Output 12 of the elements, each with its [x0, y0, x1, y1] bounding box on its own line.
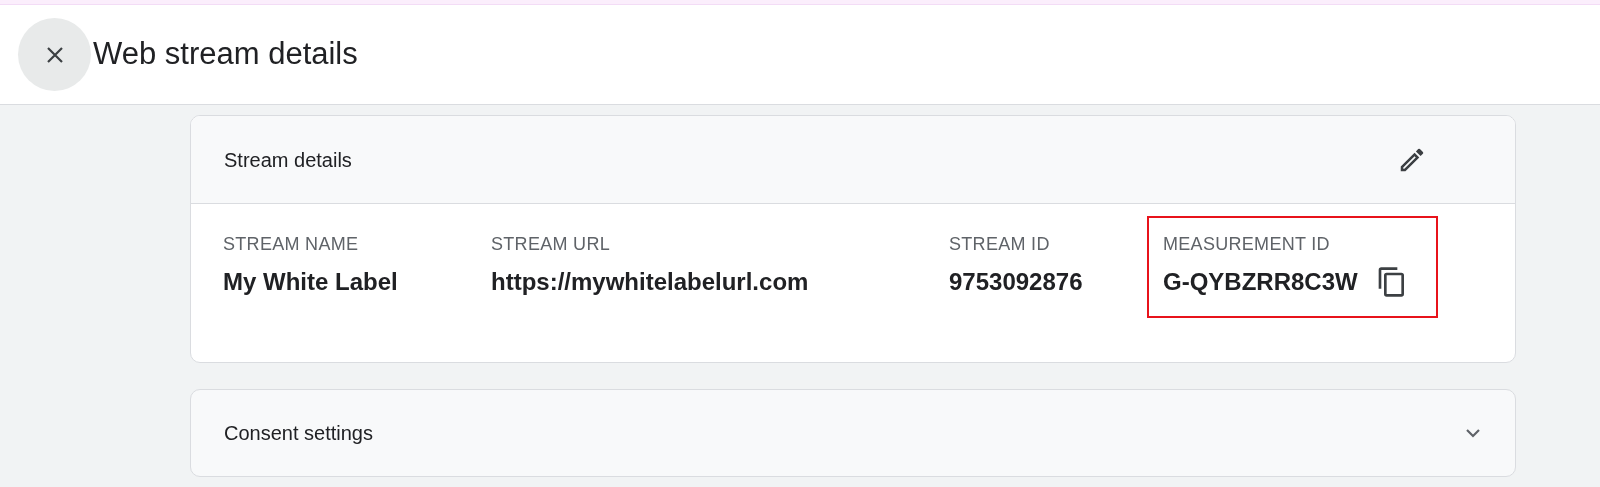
field-value: https://mywhitelabelurl.com: [491, 267, 809, 297]
field-label: STREAM NAME: [223, 233, 360, 256]
field-label: STREAM ID: [949, 233, 1051, 256]
field-value: My White Label: [223, 267, 398, 297]
page-title: Web stream details: [93, 35, 358, 74]
panel-title: Consent settings: [224, 421, 373, 446]
consent-settings-panel[interactable]: Consent settings: [190, 389, 1516, 477]
field-label: MEASUREMENT ID: [1163, 233, 1331, 256]
field-label: STREAM URL: [491, 233, 611, 256]
field-value: 9753092876: [949, 267, 1083, 297]
field-value: G-QYBZRR8C3W: [1163, 267, 1358, 297]
card-title: Stream details: [224, 147, 352, 173]
